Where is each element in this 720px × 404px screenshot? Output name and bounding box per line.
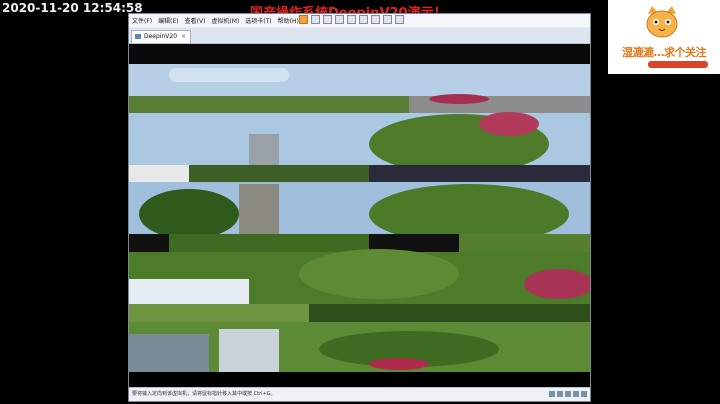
- logo-subtitle-bar: [648, 61, 708, 68]
- console-view-icon[interactable]: [383, 15, 392, 24]
- snapshot-icon[interactable]: [323, 15, 332, 24]
- status-text: 要将输入定向到该虚拟机，请将鼠标指针移入其中或按 Ctrl+G。: [132, 391, 276, 397]
- full-screen-icon[interactable]: [359, 15, 368, 24]
- tab-strip: DeepinV20 ×: [129, 28, 590, 44]
- close-icon[interactable]: ×: [181, 33, 186, 40]
- unity-icon[interactable]: [371, 15, 380, 24]
- channel-logo: 湿漉漉…求个关注: [608, 0, 720, 74]
- revert-snapshot-icon[interactable]: [335, 15, 344, 24]
- menu-tabs[interactable]: 选项卡(T): [242, 16, 274, 25]
- cdrom-icon[interactable]: [557, 391, 563, 397]
- guest-display: [129, 44, 590, 389]
- sound-icon[interactable]: [581, 391, 587, 397]
- vm-tab-icon: [135, 34, 141, 39]
- vm-window: 文件(F) 编辑(E) 查看(V) 虚拟机(M) 选项卡(T) 帮助(H) De…: [128, 13, 591, 402]
- menu-edit[interactable]: 编辑(E): [155, 16, 181, 25]
- menu-help[interactable]: 帮助(H): [275, 16, 302, 25]
- snapshot-manager-icon[interactable]: [347, 15, 356, 24]
- network-icon[interactable]: [565, 391, 571, 397]
- timestamp: 2020-11-20 12:54:58: [2, 1, 143, 15]
- cat-mascot-icon: [646, 6, 678, 38]
- device-icons: [549, 391, 587, 397]
- status-bar: 要将输入定向到该虚拟机，请将鼠标指针移入其中或按 Ctrl+G。: [129, 387, 590, 401]
- menu-view[interactable]: 查看(V): [182, 16, 209, 25]
- tab-label: DeepinV20: [144, 33, 178, 40]
- usb-icon[interactable]: [573, 391, 579, 397]
- logo-slogan: 湿漉漉…求个关注: [622, 46, 707, 59]
- toolbar: [299, 15, 404, 24]
- menu-vm[interactable]: 虚拟机(M): [208, 16, 242, 25]
- send-keys-icon[interactable]: [311, 15, 320, 24]
- hdd-icon[interactable]: [549, 391, 555, 397]
- menu-file[interactable]: 文件(F): [129, 16, 155, 25]
- fit-guest-icon[interactable]: [395, 15, 404, 24]
- vm-screen[interactable]: [129, 44, 590, 389]
- power-icon[interactable]: [299, 15, 308, 24]
- tab-deepinv20[interactable]: DeepinV20 ×: [131, 30, 192, 43]
